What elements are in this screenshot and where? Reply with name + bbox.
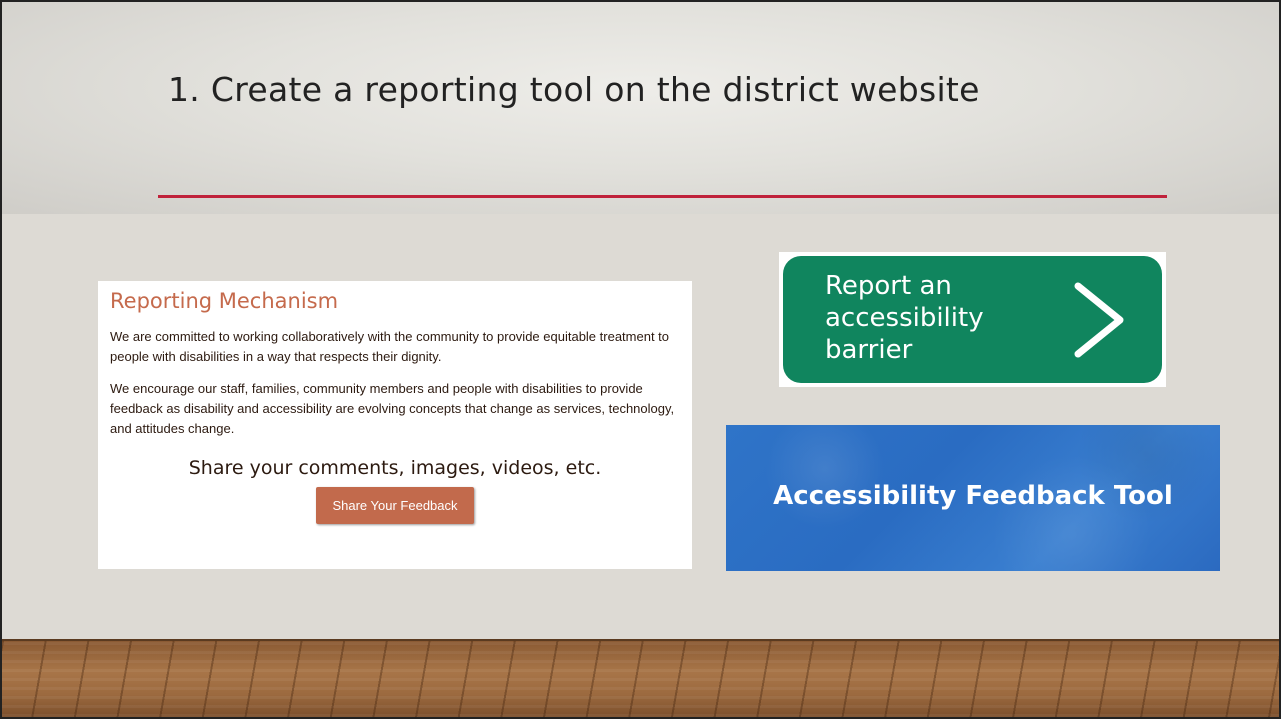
share-prompt: Share your comments, images, videos, etc… xyxy=(188,457,602,479)
panel-paragraph-2: We encourage our staff, families, commun… xyxy=(110,381,675,436)
feedback-tool-label: Accessibility Feedback Tool xyxy=(773,481,1173,511)
panel-heading: Reporting Mechanism xyxy=(110,289,339,313)
report-barrier-line-3: barrier xyxy=(825,335,913,365)
title-divider xyxy=(158,195,1167,198)
report-barrier-button[interactable]: Report an accessibility barrier xyxy=(783,256,1162,383)
report-barrier-line-2: accessibility xyxy=(825,303,984,333)
button-wrap: Share Your Feedback xyxy=(110,487,680,524)
slide: 1. Create a reporting tool on the distri… xyxy=(0,0,1281,719)
report-barrier-label: Report an accessibility barrier xyxy=(825,270,984,366)
wood-floor-decoration xyxy=(2,639,1279,717)
share-feedback-button[interactable]: Share Your Feedback xyxy=(316,487,474,524)
report-barrier-card[interactable]: Report an accessibility barrier xyxy=(779,252,1166,387)
chevron-right-icon xyxy=(1074,282,1124,358)
reporting-mechanism-panel: Reporting Mechanism We are committed to … xyxy=(98,281,692,569)
slide-title: 1. Create a reporting tool on the distri… xyxy=(168,70,980,109)
report-barrier-line-1: Report an xyxy=(825,271,952,301)
panel-paragraph-1: We are committed to working collaborativ… xyxy=(110,329,670,364)
accessibility-feedback-tool-banner[interactable]: Accessibility Feedback Tool xyxy=(726,425,1220,571)
slide-header: 1. Create a reporting tool on the distri… xyxy=(2,2,1279,214)
